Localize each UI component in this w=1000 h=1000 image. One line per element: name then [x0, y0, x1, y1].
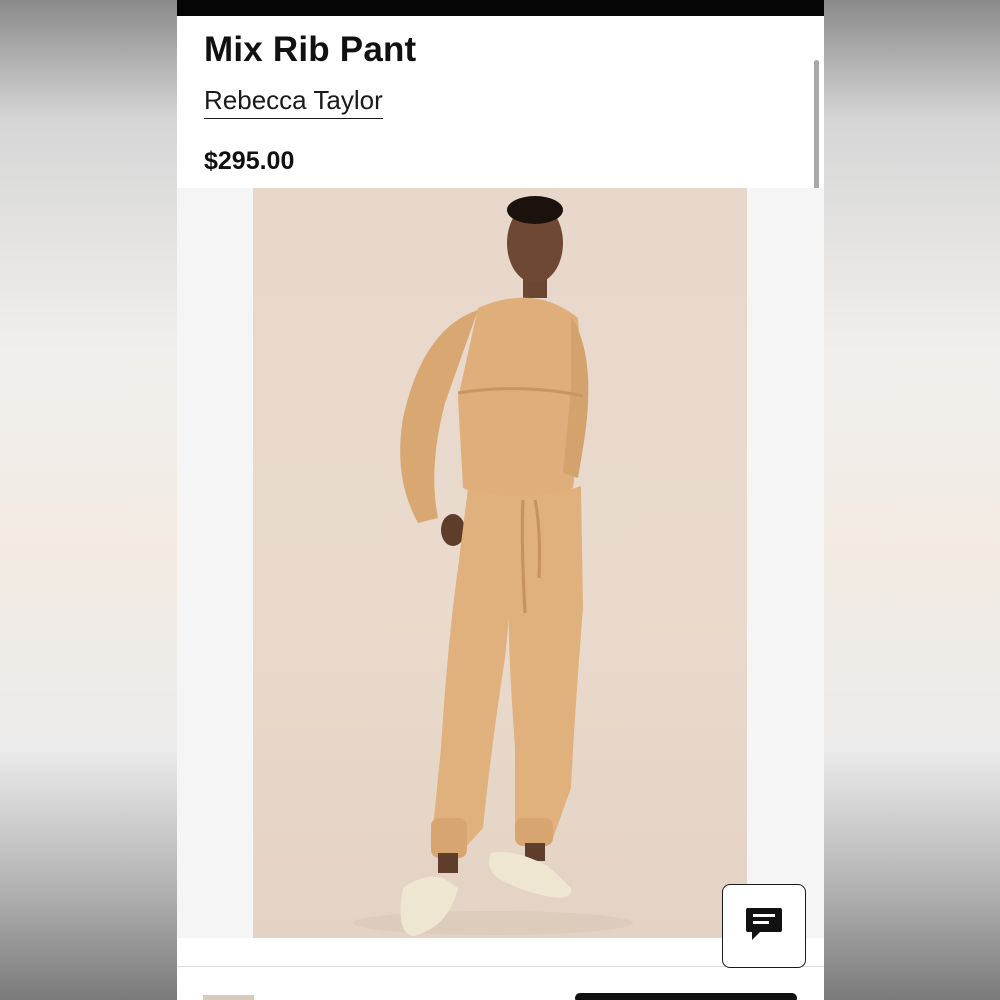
image-gallery[interactable] [177, 188, 824, 938]
model-illustration [353, 196, 633, 936]
status-bar [177, 0, 824, 16]
chat-icon [744, 904, 784, 949]
product-photo[interactable] [253, 188, 747, 938]
background-left [0, 0, 177, 1000]
product-page: Mix Rib Pant Rebecca Taylor $295.00 [177, 0, 824, 1000]
chat-button[interactable] [722, 884, 806, 968]
product-title: Mix Rib Pant [204, 30, 417, 69]
brand-link[interactable]: Rebecca Taylor [204, 85, 383, 119]
add-to-bag-button[interactable] [575, 993, 797, 1000]
product-price: $295.00 [204, 147, 295, 175]
background-right [824, 0, 1000, 1000]
product-thumbnail[interactable] [203, 995, 254, 1000]
